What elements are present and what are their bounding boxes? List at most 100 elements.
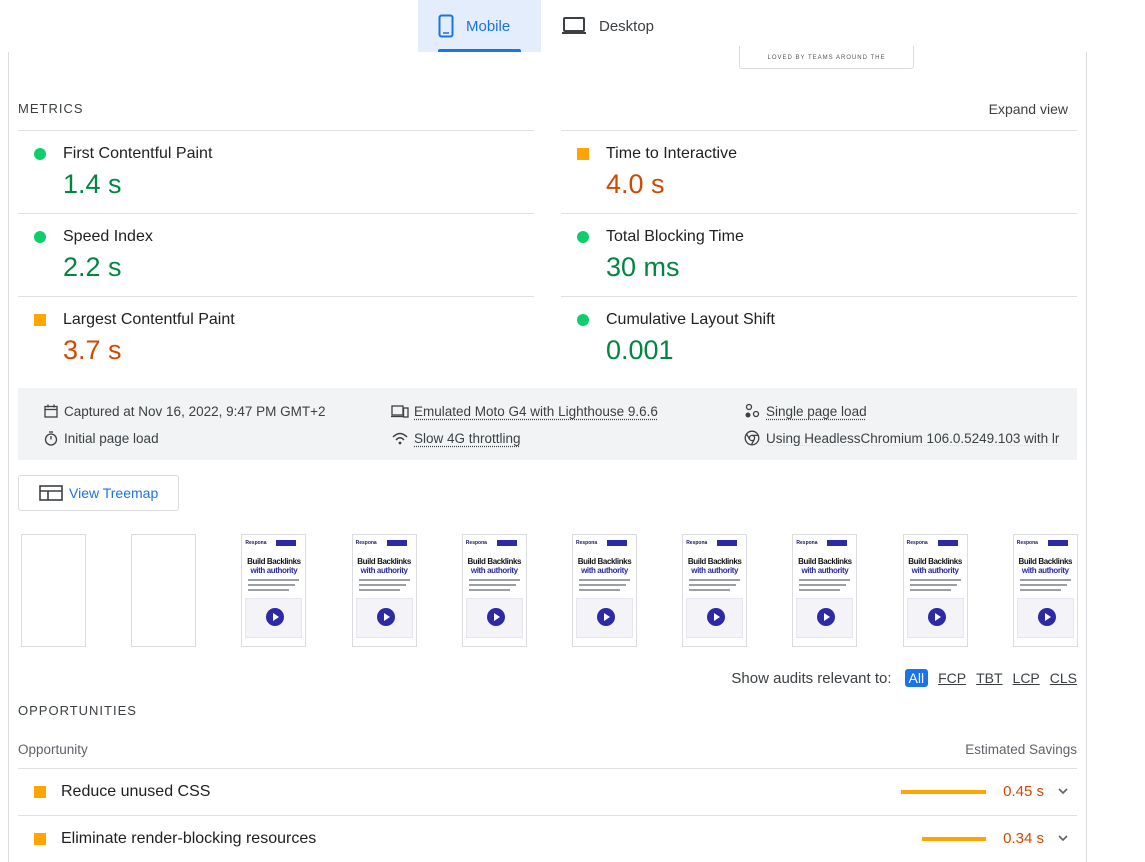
frame-header: Respona bbox=[356, 540, 413, 546]
info-load-type[interactable]: Single page load bbox=[742, 403, 867, 419]
frame-logo: Respona bbox=[355, 540, 377, 546]
frame-cta bbox=[276, 540, 297, 546]
metric-value: 2.2 s bbox=[63, 252, 122, 282]
frame-logo: Respona bbox=[796, 540, 818, 546]
metric-value: 3.7 s bbox=[63, 335, 122, 365]
filter-fcp[interactable]: FCP bbox=[938, 670, 966, 686]
filmstrip-frame bbox=[21, 534, 86, 647]
filmstrip-frame bbox=[131, 534, 197, 647]
metric-value: 30 ms bbox=[606, 252, 680, 282]
filter-tbt[interactable]: TBT bbox=[976, 670, 1002, 686]
frame-title-line2: with authority bbox=[1021, 566, 1069, 575]
final-screenshot-thumbnail[interactable]: LOVED BY TEAMS AROUND THE bbox=[739, 46, 914, 69]
expand-view-toggle[interactable]: Expand view bbox=[989, 101, 1068, 117]
pass-indicator bbox=[577, 314, 589, 326]
frame-header: Respona bbox=[796, 540, 853, 546]
device-tabs: Mobile Desktop bbox=[418, 0, 671, 52]
play-icon bbox=[597, 608, 615, 626]
metric-value: 1.4 s bbox=[63, 169, 122, 199]
filmstrip-frame: Respona Build Backlinks with authority bbox=[792, 534, 858, 647]
average-indicator bbox=[577, 148, 589, 160]
tab-desktop[interactable]: Desktop bbox=[541, 0, 671, 52]
chevron-down-icon[interactable] bbox=[1057, 785, 1069, 797]
opportunity-label: Reduce unused CSS bbox=[61, 783, 211, 800]
frame-text-lines bbox=[689, 579, 741, 594]
metric-label: Time to Interactive bbox=[606, 145, 738, 162]
play-icon bbox=[376, 608, 395, 626]
opportunities-header: Opportunity Estimated Savings bbox=[18, 742, 1077, 757]
laptop-icon bbox=[561, 16, 587, 36]
filter-all[interactable]: All bbox=[904, 669, 929, 687]
average-indicator bbox=[34, 833, 46, 845]
runtime-info: Captured at Nov 16, 2022, 9:47 PM GMT+2 … bbox=[18, 388, 1077, 460]
opportunity-row[interactable]: Eliminate render-blocking resources 0.34… bbox=[18, 815, 1077, 862]
opportunity-column-label: Opportunity bbox=[18, 742, 88, 757]
frame-title-line2: with authority bbox=[470, 566, 518, 575]
play-icon bbox=[1037, 608, 1056, 626]
panel-left-border bbox=[8, 52, 9, 862]
frame-title-line2: with authority bbox=[691, 566, 739, 575]
metric-fcp: First Contentful Paint 1.4 s bbox=[18, 130, 534, 213]
play-icon bbox=[486, 608, 505, 626]
frame-header: Respona bbox=[1017, 540, 1074, 546]
audit-filter-label: Show audits relevant to: bbox=[731, 669, 892, 687]
frame-cta bbox=[717, 540, 738, 546]
frame-header: Respona bbox=[907, 540, 964, 546]
metric-label: Total Blocking Time bbox=[606, 228, 744, 245]
metric-speed-index: Speed Index 2.2 s bbox=[18, 213, 534, 296]
frame-header: Respona bbox=[466, 540, 523, 546]
view-treemap-button[interactable]: View Treemap bbox=[18, 475, 179, 511]
frame-text-lines bbox=[579, 579, 630, 594]
opportunity-label: Eliminate render-blocking resources bbox=[61, 830, 317, 847]
filmstrip-frame: Respona Build Backlinks with authority bbox=[241, 534, 307, 647]
info-captured: Captured at Nov 16, 2022, 9:47 PM GMT+2 bbox=[42, 403, 326, 419]
metric-label: First Contentful Paint bbox=[63, 145, 213, 162]
frame-title: Build Backlinks with authority bbox=[904, 557, 967, 575]
tab-mobile[interactable]: Mobile bbox=[418, 0, 541, 52]
filter-lcp[interactable]: LCP bbox=[1013, 670, 1040, 686]
tab-mobile-label: Mobile bbox=[466, 17, 511, 35]
pass-indicator bbox=[34, 231, 46, 243]
single-load-icon bbox=[742, 403, 762, 419]
metric-label: Cumulative Layout Shift bbox=[606, 311, 775, 328]
frame-title-line1: Build Backlinks bbox=[908, 557, 962, 566]
frame-logo: Respona bbox=[1016, 540, 1038, 546]
frame-title: Build Backlinks with authority bbox=[793, 557, 856, 575]
opportunity-row[interactable]: Reduce unused CSS 0.45 s bbox=[18, 768, 1077, 815]
metric-tti: Time to Interactive 4.0 s bbox=[561, 130, 1077, 213]
view-treemap-label: View Treemap bbox=[69, 485, 159, 501]
page-load-text: Initial page load bbox=[64, 430, 159, 446]
frame-text-lines bbox=[799, 579, 851, 594]
info-device[interactable]: Emulated Moto G4 with Lighthouse 9.6.6 bbox=[390, 403, 658, 419]
info-browser[interactable]: Using HeadlessChromium 106.0.5249.103 wi… bbox=[742, 430, 1077, 446]
panel-right-border bbox=[1086, 52, 1087, 862]
filter-cls[interactable]: CLS bbox=[1050, 670, 1077, 686]
metric-label: Largest Contentful Paint bbox=[63, 311, 235, 328]
frame-title-line1: Build Backlinks bbox=[357, 557, 411, 566]
signal-icon bbox=[390, 430, 410, 446]
play-icon bbox=[927, 608, 946, 626]
frame-header: Respona bbox=[576, 540, 633, 546]
chevron-down-icon[interactable] bbox=[1057, 832, 1069, 844]
info-throttling[interactable]: Slow 4G throttling bbox=[390, 430, 521, 446]
metric-value: 0.001 bbox=[606, 335, 674, 365]
average-indicator bbox=[34, 314, 46, 326]
frame-title: Build Backlinks with authority bbox=[353, 557, 416, 575]
frame-title-line2: with authority bbox=[360, 566, 408, 575]
frame-title-line2: with authority bbox=[801, 566, 849, 575]
load-type-text: Single page load bbox=[766, 403, 867, 419]
savings-column-label: Estimated Savings bbox=[965, 742, 1077, 757]
frame-title-line1: Build Backlinks bbox=[247, 557, 301, 566]
frame-logo: Respona bbox=[906, 540, 928, 546]
savings-bar bbox=[922, 837, 986, 841]
frame-title-line1: Build Backlinks bbox=[467, 557, 522, 566]
frame-text-lines bbox=[909, 579, 961, 594]
chrome-icon bbox=[742, 430, 762, 446]
frame-cta bbox=[937, 540, 958, 546]
filmstrip-frame: Respona Build Backlinks with authority bbox=[902, 534, 968, 647]
frame-title-line2: with authority bbox=[911, 566, 959, 575]
metrics-title: METRICS bbox=[18, 101, 84, 116]
frame-text-lines bbox=[1019, 579, 1071, 594]
frame-cta bbox=[827, 540, 848, 546]
tab-desktop-label: Desktop bbox=[599, 17, 655, 35]
